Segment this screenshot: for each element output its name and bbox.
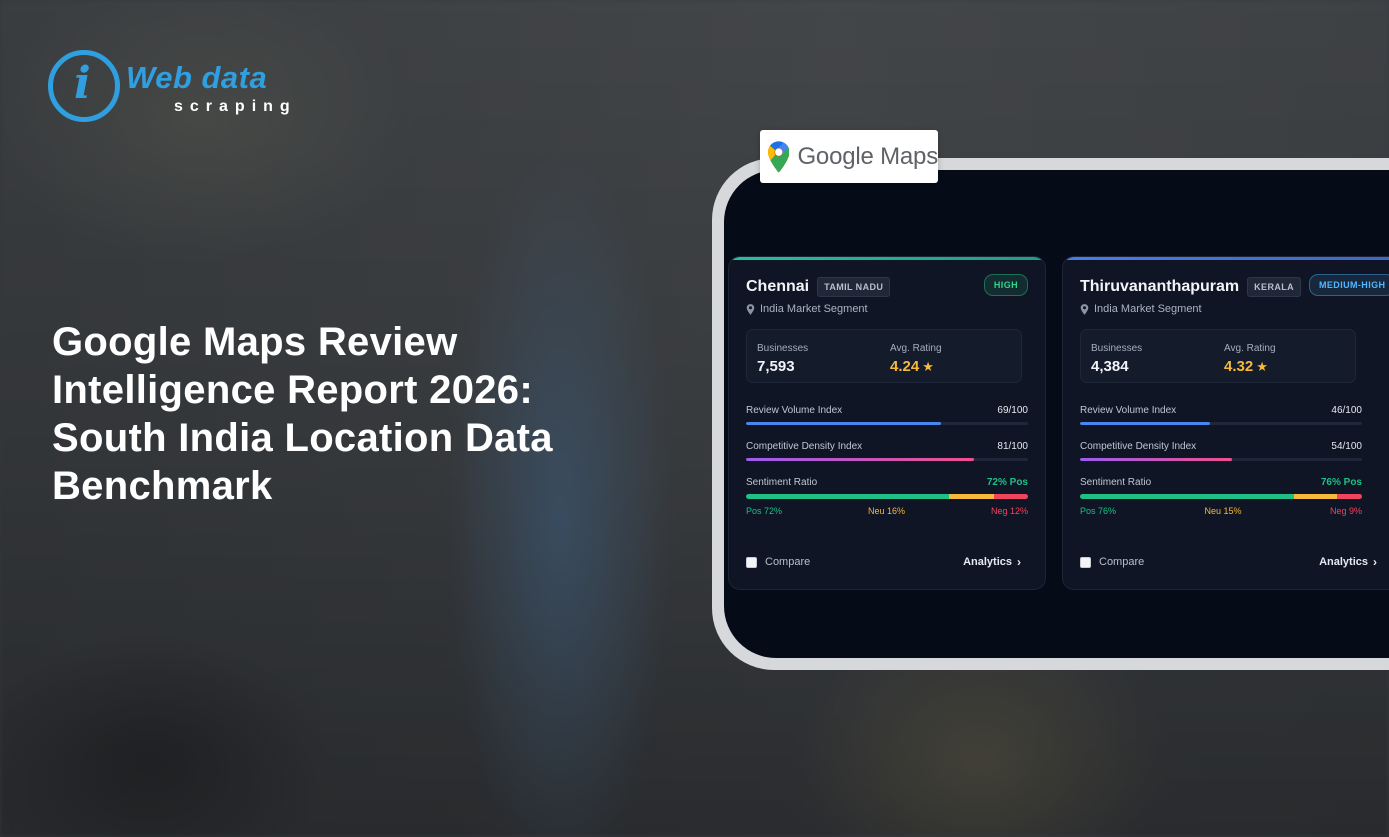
- sentiment-positive-segment: [1080, 494, 1295, 499]
- compare-checkbox[interactable]: [1080, 556, 1091, 568]
- businesses-value: 4,384: [1091, 358, 1129, 375]
- logo-word-web-data: Web data: [126, 60, 268, 95]
- level-badge: MEDIUM-HIGH: [1309, 274, 1389, 296]
- state-badge: TAMIL NADU: [817, 277, 891, 297]
- density-value: 54/100: [1331, 441, 1362, 452]
- density-label: Competitive Density Index: [746, 441, 863, 452]
- density-fill: [1080, 458, 1233, 461]
- sentiment-metric: Sentiment Ratio 76% Pos Pos 76% Neu 15% N…: [1080, 477, 1362, 516]
- card-footer: Compare Analytics ›: [1080, 555, 1377, 569]
- level-badge: HIGH: [983, 274, 1028, 296]
- negative-label: Neg 12%: [990, 506, 1028, 516]
- city-card-thiruvananthapuram: Thiruvananthapuram KERALA MEDIUM-HIGH In…: [1062, 256, 1389, 590]
- negative-label: Neg 9%: [1329, 506, 1362, 516]
- rating-number: 4.32: [1224, 358, 1254, 375]
- google-maps-wordmark: Google Maps: [797, 142, 938, 170]
- google-maps-badge: Google Maps: [760, 130, 938, 183]
- page-headline: Google Maps Review Intelligence Report 2…: [52, 320, 553, 508]
- card-accent-bar: [729, 257, 1045, 260]
- review-volume-track: [746, 422, 1028, 425]
- businesses-label: Businesses: [757, 343, 809, 354]
- sentiment-bar: [746, 494, 1028, 499]
- positive-label: Pos 72%: [746, 506, 783, 516]
- review-volume-value: 46/100: [1331, 405, 1362, 416]
- card-title-row: Chennai TAMIL NADU: [746, 277, 891, 297]
- sentiment-value: 72% Pos: [986, 477, 1028, 488]
- analytics-label: Analytics: [963, 556, 1012, 568]
- review-volume-label: Review Volume Index: [1080, 405, 1177, 416]
- sentiment-metric: Sentiment Ratio 72% Pos Pos 72% Neu 16% N…: [746, 477, 1028, 516]
- card-footer: Compare Analytics ›: [746, 555, 1021, 569]
- sentiment-legend: Pos 76% Neu 15% Neg 9%: [1080, 506, 1362, 516]
- avg-rating-value: 4.32 ★: [1224, 358, 1268, 375]
- rating-number: 4.24: [890, 358, 920, 375]
- city-name: Thiruvananthapuram: [1080, 278, 1240, 295]
- logo-letter: i: [74, 58, 91, 109]
- map-pin-icon: [768, 140, 790, 173]
- segment-label: India Market Segment: [1094, 303, 1202, 315]
- review-volume-fill: [1080, 422, 1210, 425]
- market-segment: India Market Segment: [746, 303, 868, 315]
- state-badge: KERALA: [1247, 277, 1302, 297]
- review-volume-value: 69/100: [997, 405, 1028, 416]
- analytics-link[interactable]: Analytics ›: [963, 555, 1021, 569]
- star-icon: ★: [1256, 359, 1268, 374]
- analytics-link[interactable]: Analytics ›: [1319, 555, 1377, 569]
- sentiment-neutral-segment: [1294, 494, 1337, 499]
- density-fill: [746, 458, 975, 461]
- businesses-label: Businesses: [1091, 343, 1143, 354]
- compare-checkbox-label[interactable]: Compare: [746, 556, 810, 568]
- density-value: 81/100: [997, 441, 1028, 452]
- sentiment-negative-segment: [994, 494, 1028, 499]
- compare-checkbox-label[interactable]: Compare: [1080, 556, 1144, 568]
- compare-label: Compare: [1099, 556, 1145, 568]
- phone-screen: Chennai TAMIL NADU HIGH India Market Seg…: [724, 170, 1389, 658]
- density-metric: Competitive Density Index 54/100: [1080, 441, 1362, 461]
- review-volume-track: [1080, 422, 1362, 425]
- density-track: [746, 458, 1028, 461]
- neutral-label: Neu 15%: [1204, 506, 1242, 516]
- chevron-right-icon: ›: [1373, 555, 1377, 569]
- review-volume-label: Review Volume Index: [746, 405, 843, 416]
- positive-label: Pos 76%: [1080, 506, 1117, 516]
- sentiment-bar: [1080, 494, 1362, 499]
- location-pin-icon: [746, 303, 755, 315]
- avg-rating-label: Avg. Rating: [1224, 343, 1276, 354]
- city-card-chennai: Chennai TAMIL NADU HIGH India Market Seg…: [728, 256, 1046, 590]
- logo-word-scraping: scraping: [174, 98, 297, 115]
- card-title-row: Thiruvananthapuram KERALA: [1080, 277, 1302, 297]
- stats-box: Businesses 7,593 Avg. Rating 4.24 ★: [746, 329, 1022, 383]
- review-volume-fill: [746, 422, 941, 425]
- review-volume-metric: Review Volume Index 46/100: [1080, 405, 1362, 425]
- sentiment-value: 76% Pos: [1320, 477, 1362, 488]
- sentiment-neutral-segment: [949, 494, 995, 499]
- neutral-label: Neu 16%: [867, 506, 906, 516]
- stats-box: Businesses 4,384 Avg. Rating 4.32 ★: [1080, 329, 1356, 383]
- analytics-label: Analytics: [1319, 556, 1368, 568]
- star-icon: ★: [922, 359, 934, 374]
- compare-label: Compare: [765, 556, 811, 568]
- compare-checkbox[interactable]: [746, 556, 757, 568]
- avg-rating-label: Avg. Rating: [890, 343, 942, 354]
- avg-rating-value: 4.24 ★: [890, 358, 934, 375]
- market-segment: India Market Segment: [1080, 303, 1202, 315]
- city-name: Chennai: [746, 278, 810, 295]
- businesses-value: 7,593: [757, 358, 795, 375]
- card-accent-bar: [1063, 257, 1389, 260]
- density-label: Competitive Density Index: [1080, 441, 1197, 452]
- iwebdatascraping-logo: i Web data scraping: [48, 50, 290, 130]
- density-track: [1080, 458, 1362, 461]
- phone-frame: Chennai TAMIL NADU HIGH India Market Seg…: [712, 158, 1389, 670]
- segment-label: India Market Segment: [760, 303, 868, 315]
- sentiment-label: Sentiment Ratio: [746, 477, 818, 488]
- location-pin-icon: [1080, 303, 1089, 315]
- review-volume-metric: Review Volume Index 69/100: [746, 405, 1028, 425]
- density-metric: Competitive Density Index 81/100: [746, 441, 1028, 461]
- sentiment-label: Sentiment Ratio: [1080, 477, 1152, 488]
- sentiment-negative-segment: [1336, 494, 1362, 499]
- chevron-right-icon: ›: [1017, 555, 1021, 569]
- sentiment-positive-segment: [746, 494, 950, 499]
- sentiment-legend: Pos 72% Neu 16% Neg 12%: [746, 506, 1028, 516]
